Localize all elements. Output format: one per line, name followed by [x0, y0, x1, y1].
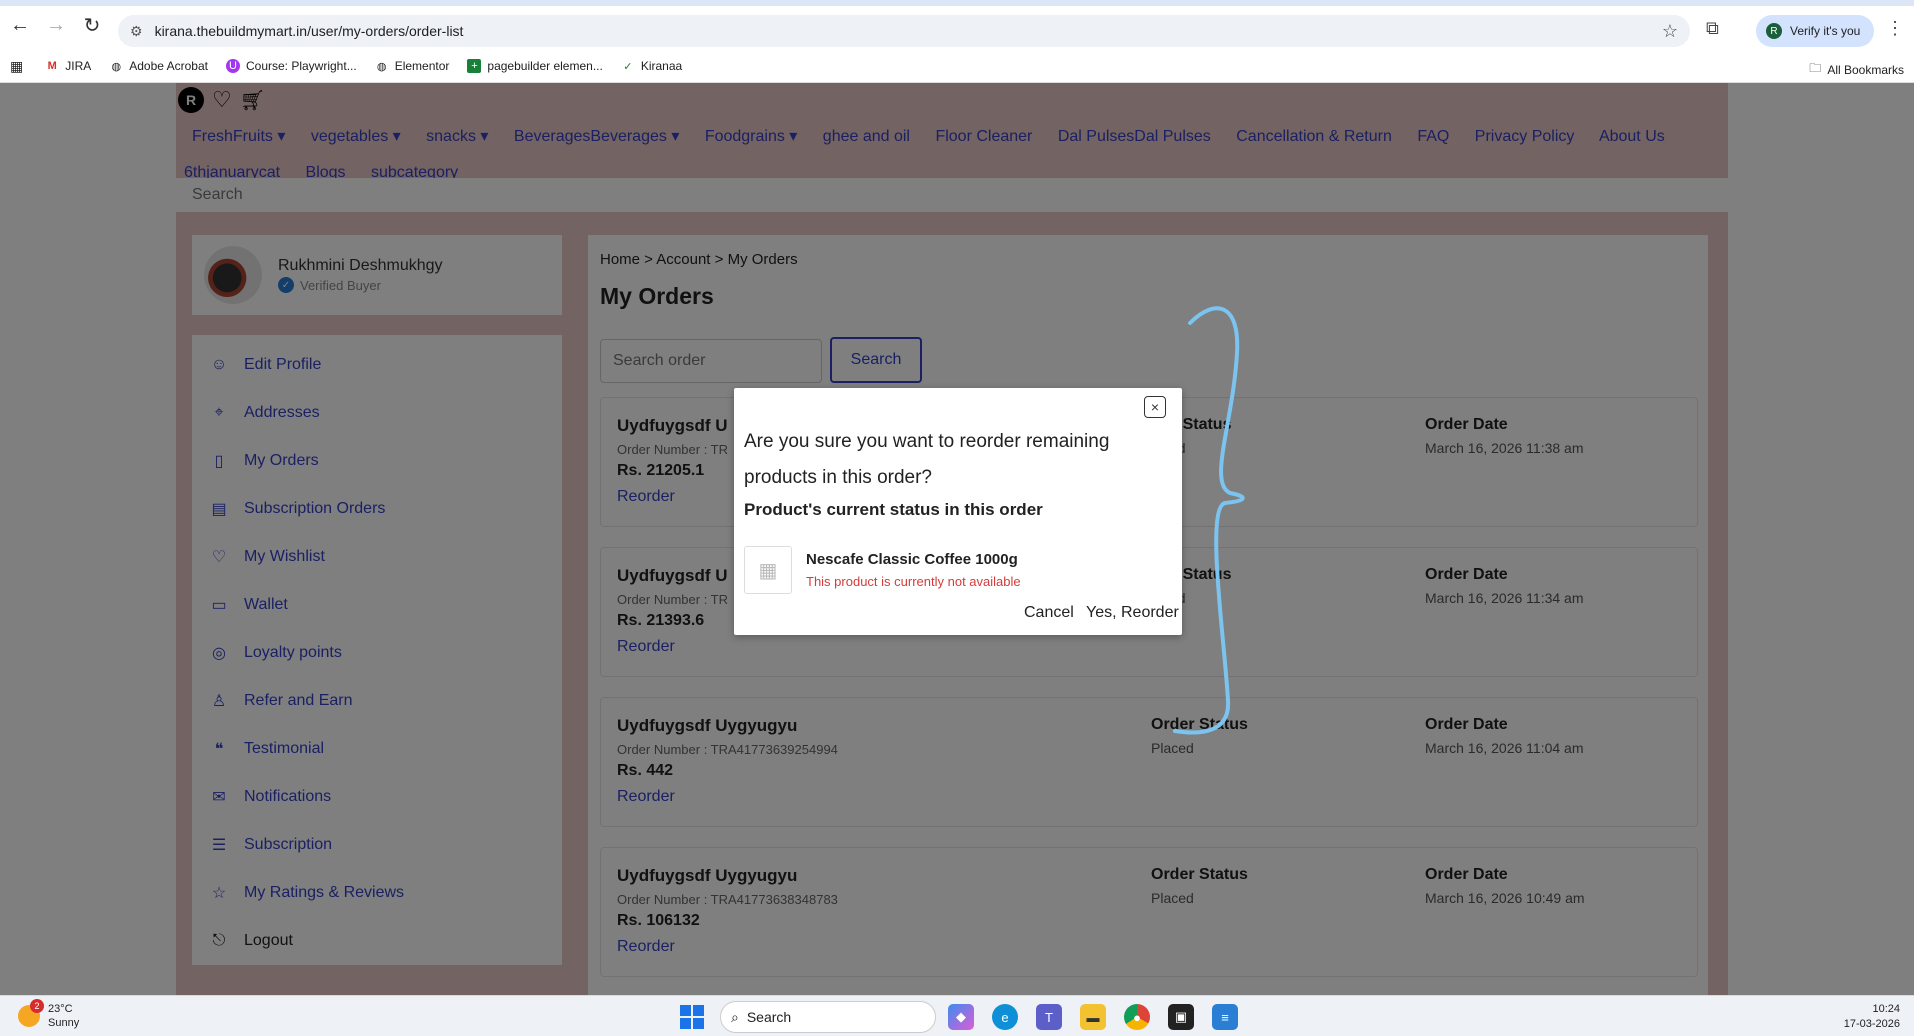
sun-icon: 2 [18, 999, 44, 1027]
search-icon: ⌕ [731, 1008, 739, 1025]
check-icon: ✓ [623, 60, 633, 73]
modal-product-row: ▦ Nescafe Classic Coffee 1000g This prod… [744, 546, 1021, 594]
globe-icon: ◍ [111, 60, 122, 73]
product-name: Nescafe Classic Coffee 1000g [806, 551, 1018, 568]
edge-icon[interactable]: e [992, 1004, 1018, 1030]
bookmark-kiranaa[interactable]: ✓ Kiranaa [621, 59, 682, 73]
apps-grid-icon[interactable]: ▦ [10, 58, 23, 75]
weather-condition: Sunny [48, 1017, 80, 1029]
reload-icon[interactable]: ↻ [74, 7, 110, 43]
gmail-icon: M [47, 60, 57, 72]
weather-badge: 2 [30, 999, 44, 1013]
weather-temp: 23°C [48, 1003, 73, 1015]
menu-kebab-icon[interactable]: ⋮ [1886, 18, 1904, 39]
extensions-icon[interactable]: ⧉ [1706, 18, 1719, 39]
clock-time: 10:24 [1872, 1003, 1900, 1015]
notepad-icon[interactable]: ≡ [1212, 1004, 1238, 1030]
globe-icon: ◍ [376, 60, 387, 73]
url-text: kirana.thebuildmymart.in/user/my-orders/… [154, 23, 464, 39]
product-status: This product is currently not available [806, 574, 1021, 589]
bookmarks-bar: ▦ M JIRA ◍ Adobe Acrobat U Course: Playwrig… [0, 50, 1914, 83]
windows-start-icon[interactable] [680, 1005, 704, 1029]
taskbar: 2 23°C Sunny ⌕ Search ◆ e T ▬ ● ▣ ≡ 10:2… [0, 995, 1914, 1036]
folder-icon: 🗀 [1809, 61, 1822, 75]
close-icon[interactable]: × [1144, 396, 1166, 418]
page-viewport: R ♡ 🛒︎ FreshFruits ▾ vegetables ▾ snacks… [0, 83, 1914, 995]
taskbar-search[interactable]: ⌕ Search [720, 1001, 936, 1033]
clock-date: 17-03-2026 [1843, 1018, 1900, 1030]
modal-question: Are you sure you want to reorder remaini… [744, 431, 1110, 488]
forward-icon[interactable]: → [38, 7, 74, 43]
copilot-icon[interactable]: ◆ [948, 1004, 974, 1030]
sheets-icon: + [467, 59, 482, 73]
verify-profile-button[interactable]: R Verify it's you [1756, 15, 1874, 47]
site-info-icon[interactable]: ⚙ [130, 23, 143, 40]
bookmark-jira[interactable]: M JIRA [45, 59, 92, 73]
terminal-icon[interactable]: ▣ [1168, 1004, 1194, 1030]
yes-reorder-button[interactable]: Yes, Reorder [1086, 604, 1179, 622]
bookmark-course[interactable]: U Course: Playwright... [225, 59, 357, 73]
bookmark-elementor[interactable]: ◍ Elementor [375, 59, 450, 73]
back-icon[interactable]: ← [2, 7, 38, 43]
reorder-confirm-modal: × Are you sure you want to reorder remai… [734, 388, 1182, 635]
verify-label: Verify it's you [1790, 24, 1861, 38]
modal-subheading: Product's current status in this order [744, 500, 1043, 519]
all-bookmarks[interactable]: 🗀 All Bookmarks [1809, 59, 1904, 80]
udemy-icon: U [225, 59, 240, 73]
product-thumbnail: ▦ [744, 546, 792, 594]
profile-avatar: R [1766, 23, 1782, 39]
chrome-icon[interactable]: ● [1124, 1004, 1150, 1030]
system-clock[interactable]: 10:24 17-03-2026 [1844, 1002, 1900, 1032]
browser-toolbar: ← → ↻ ⚙ kirana.thebuildmymart.in/user/my… [0, 0, 1914, 50]
bookmark-pagebuilder[interactable]: + pagebuilder elemen... [467, 59, 603, 73]
file-explorer-icon[interactable]: ▬ [1080, 1004, 1106, 1030]
bookmark-star-icon[interactable]: ☆ [1662, 21, 1678, 42]
cancel-button[interactable]: Cancel [1024, 604, 1074, 622]
bookmark-adobe[interactable]: ◍ Adobe Acrobat [109, 59, 208, 73]
address-bar[interactable]: ⚙ kirana.thebuildmymart.in/user/my-order… [118, 15, 1690, 47]
weather-widget[interactable]: 2 23°C Sunny [18, 999, 80, 1030]
teams-icon[interactable]: T [1036, 1004, 1062, 1030]
